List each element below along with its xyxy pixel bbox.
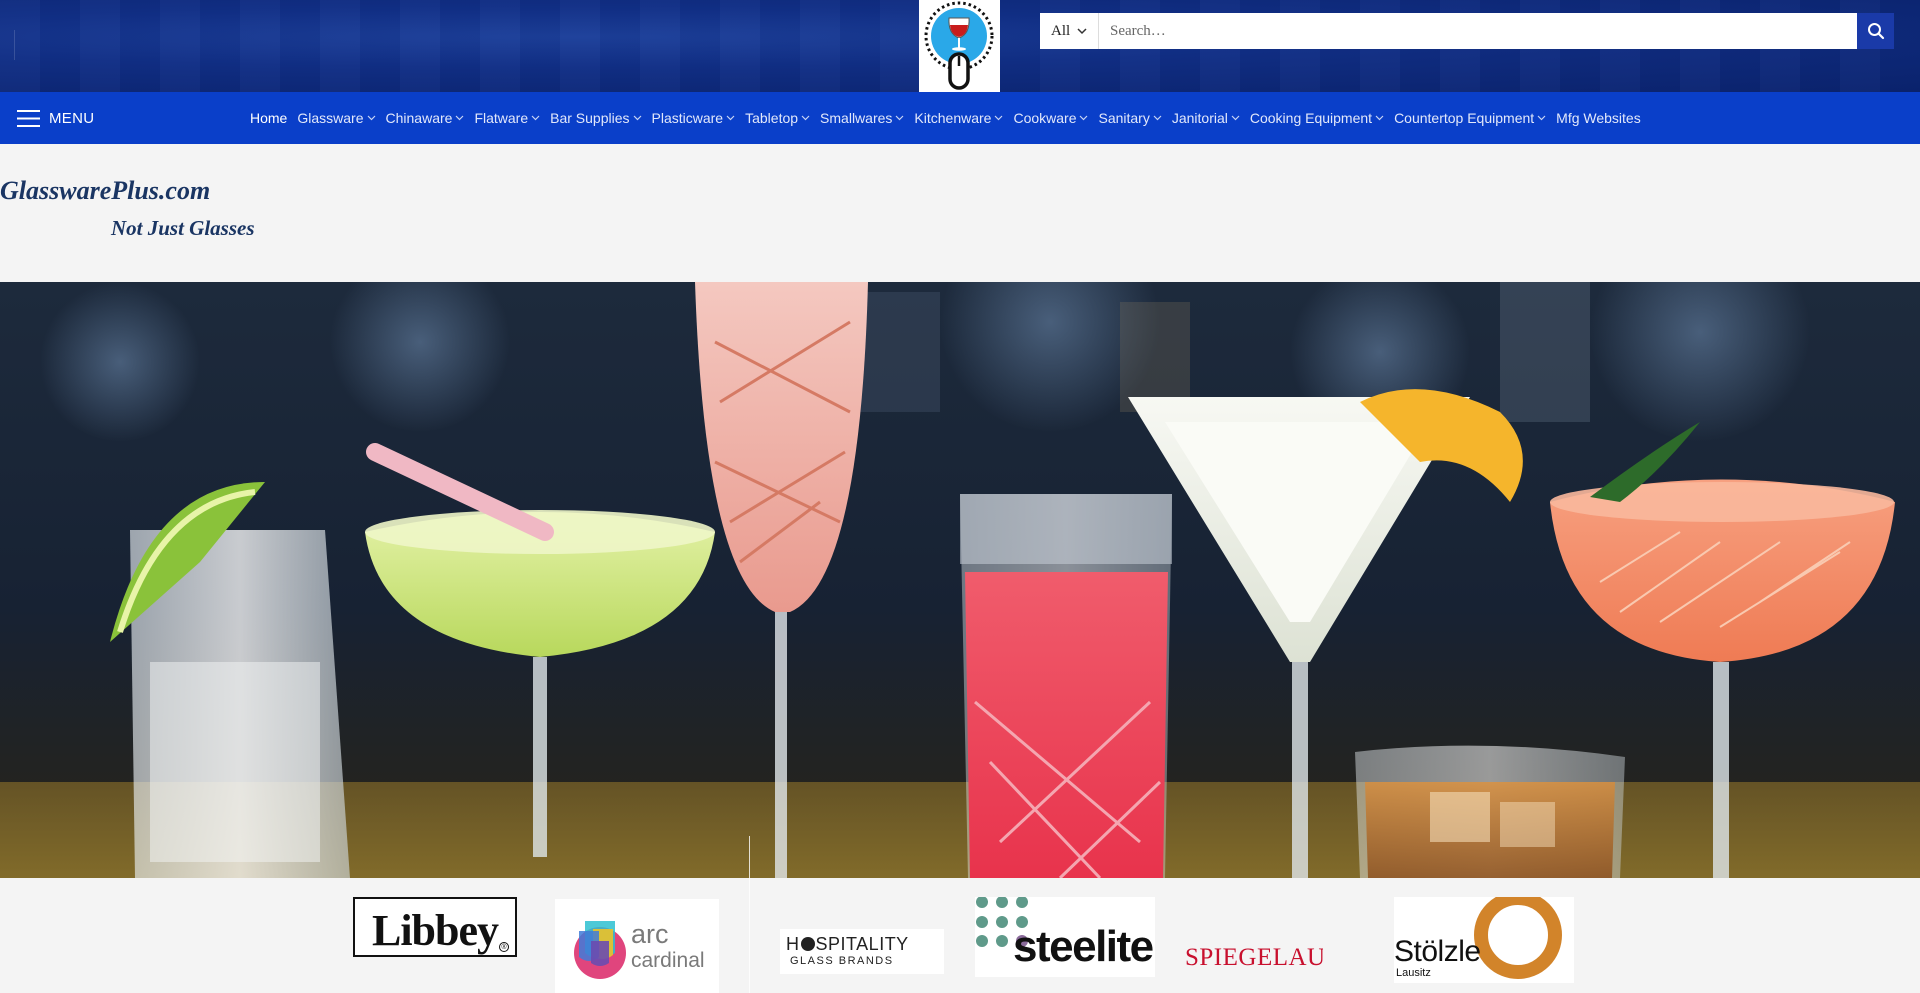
nav-item-countertop-equipment[interactable]: Countertop Equipment	[1394, 110, 1546, 126]
cardinal-text: cardinal	[631, 949, 705, 972]
nav-item-label: Smallwares	[820, 110, 893, 126]
nav-item-label: Kitchenware	[914, 110, 992, 126]
nav-item-label: Home	[250, 110, 288, 126]
nav-item-home[interactable]: Home	[250, 110, 287, 126]
search-input[interactable]	[1099, 13, 1857, 49]
nav-item-label: Tabletop	[745, 110, 799, 126]
hero-banner	[0, 282, 1920, 878]
registered-icon: ®	[499, 942, 509, 952]
arc-text: arc	[631, 919, 669, 949]
site-title[interactable]: GlasswarePlus.com	[0, 176, 210, 206]
chevron-down-icon	[1153, 115, 1162, 121]
nav-item-label: Countertop Equipment	[1394, 110, 1535, 126]
chevron-down-icon	[633, 115, 641, 121]
nav-menu: Home Glassware Chinaware Flatware Bar Suppli…	[250, 92, 1651, 144]
nav-item-tabletop[interactable]: Tabletop	[745, 110, 810, 126]
nav-item-flatware[interactable]: Flatware	[474, 110, 540, 126]
wine-glass-logo-icon	[924, 1, 994, 90]
main-nav: MENU Home Glassware Chinaware Flatware Bar S…	[0, 92, 1920, 144]
site-logo[interactable]	[919, 0, 1000, 92]
menu-button[interactable]: MENU	[17, 92, 94, 144]
chevron-down-icon	[1077, 27, 1087, 34]
hospitality-globe-icon	[800, 937, 815, 951]
lausitz-text: Lausitz	[1396, 967, 1431, 979]
search-bar: All	[1040, 13, 1894, 49]
hospitality-letter-h: H	[786, 934, 800, 954]
chevron-down-icon	[726, 115, 735, 121]
nav-item-sanitary[interactable]: Sanitary	[1098, 110, 1162, 126]
hospitality-rest: SPITALITY	[815, 934, 909, 954]
nav-item-label: Bar Supplies	[550, 110, 630, 126]
chevron-down-icon	[1537, 115, 1546, 121]
search-category-select[interactable]: All	[1040, 13, 1099, 49]
steelite-text: steelite	[1013, 922, 1154, 971]
hospitality-logo-text: H SPITALITY	[786, 934, 909, 955]
search-category-label: All	[1051, 22, 1071, 39]
brand-logos-strip	[0, 878, 1920, 993]
spiegelau-logo[interactable]: SPIEGELAU	[1185, 941, 1323, 975]
nav-item-label: Flatware	[474, 110, 529, 126]
nav-item-label: Cooking Equipment	[1249, 110, 1373, 126]
chevron-down-icon	[895, 115, 904, 121]
hamburger-icon	[17, 109, 40, 127]
hero-divider-line	[749, 836, 750, 993]
chevron-down-icon	[801, 115, 810, 121]
nav-item-glassware[interactable]: Glassware	[297, 110, 375, 126]
site-tagline: Not Just Glasses	[111, 216, 255, 240]
chevron-down-icon	[456, 115, 464, 121]
nav-item-label: Janitorial	[1171, 110, 1228, 126]
nav-item-cooking-equipment[interactable]: Cooking Equipment	[1250, 110, 1384, 126]
nav-item-label: Plasticware	[651, 110, 724, 126]
chevron-down-icon	[531, 115, 540, 121]
steelite-logo[interactable]: steelite	[975, 897, 1155, 977]
chevron-down-icon	[995, 115, 1003, 121]
spiegelau-text: SPIEGELAU	[1185, 944, 1323, 971]
glass-brands-text: GLASS BRANDS	[790, 955, 894, 967]
nav-item-kitchenware[interactable]: Kitchenware	[914, 110, 1003, 126]
search-icon	[1867, 23, 1884, 40]
nav-item-mfg-websites[interactable]: Mfg Websites	[1556, 110, 1641, 126]
cocktails-hero-image	[0, 282, 1920, 878]
stolzle-text: Stölzle	[1394, 935, 1481, 968]
menu-label: MENU	[49, 109, 95, 127]
nav-item-cookware[interactable]: Cookware	[1013, 110, 1088, 126]
nav-item-plasticware[interactable]: Plasticware	[652, 110, 736, 126]
nav-item-smallwares[interactable]: Smallwares	[820, 110, 904, 126]
header-divider	[14, 30, 15, 60]
chevron-down-icon	[367, 115, 375, 121]
nav-item-label: Cookware	[1013, 110, 1077, 126]
arc-cardinal-logo[interactable]: arc cardinal	[555, 899, 719, 993]
libbey-logo[interactable]: Libbey ®	[353, 897, 517, 957]
nav-item-label: Glassware	[297, 110, 364, 126]
nav-item-chinaware[interactable]: Chinaware	[386, 110, 465, 126]
arc-cardinal-emblem-icon	[574, 921, 626, 979]
nav-item-janitorial[interactable]: Janitorial	[1172, 110, 1240, 126]
nav-item-label: Sanitary	[1098, 110, 1150, 126]
libbey-logo-text: Libbey	[371, 906, 499, 955]
hospitality-glass-brands-logo[interactable]: H SPITALITY GLASS BRANDS	[780, 929, 944, 974]
chevron-down-icon	[1080, 115, 1088, 121]
nav-item-label: Mfg Websites	[1556, 110, 1641, 126]
stolzle-logo[interactable]: Stölzle Lausitz	[1394, 897, 1574, 983]
chevron-down-icon	[1231, 115, 1240, 121]
nav-item-label: Chinaware	[385, 110, 453, 126]
search-button[interactable]	[1857, 13, 1894, 49]
nav-item-bar-supplies[interactable]: Bar Supplies	[550, 110, 641, 126]
chevron-down-icon	[1375, 115, 1384, 121]
